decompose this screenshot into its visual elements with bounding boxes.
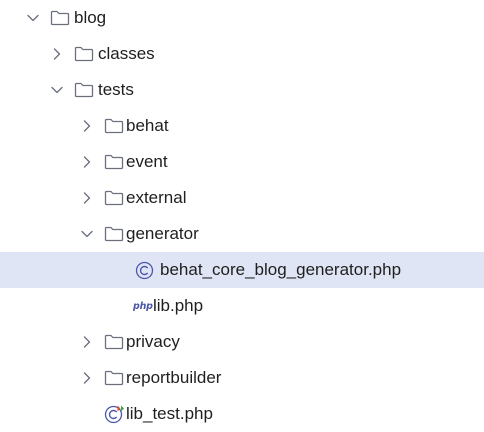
tree-label: behat [126,116,169,135]
tree-row-privacy[interactable]: privacy [0,324,484,360]
chevron-right-icon[interactable] [80,324,94,360]
tree-label: behat_core_blog_generator.php [160,260,402,279]
tree-row-reportbuilder[interactable]: reportbuilder [0,360,484,396]
folder-icon [104,180,124,216]
folder-icon [74,36,94,72]
tree-row-lib-test-file[interactable]: lib_test.php [0,396,484,432]
tree-label: generator [126,224,199,243]
tree-label: tests [98,80,134,99]
folder-icon [104,108,124,144]
php-test-class-icon [104,396,125,432]
chevron-right-icon[interactable] [80,144,94,180]
tree-row-generator-file[interactable]: behat_core_blog_generator.php [0,252,484,288]
chevron-down-icon[interactable] [26,0,40,36]
tree-label: external [126,188,187,207]
tree-row-behat[interactable]: behat [0,108,484,144]
tree-label: lib_test.php [126,404,213,423]
tree-row-external[interactable]: external [0,180,484,216]
chevron-right-icon[interactable] [80,360,94,396]
tree-row-classes[interactable]: classes [0,36,484,72]
project-tree: blog classes tests behat event external … [0,0,484,426]
tree-row-event[interactable]: event [0,144,484,180]
chevron-right-icon[interactable] [80,108,94,144]
php-class-icon [135,252,154,288]
tree-label: reportbuilder [126,368,222,387]
tree-label: event [126,152,168,171]
tree-row-blog[interactable]: blog [0,0,484,36]
folder-icon [50,0,70,36]
folder-icon [104,144,124,180]
php-file-icon: php [133,300,153,312]
chevron-right-icon[interactable] [80,180,94,216]
tree-row-generator[interactable]: generator [0,216,484,252]
tree-row-lib-file[interactable]: php lib.php [0,288,484,324]
tree-label: classes [98,44,155,63]
chevron-down-icon[interactable] [80,216,94,252]
tree-row-tests[interactable]: tests [0,72,484,108]
chevron-down-icon[interactable] [50,72,64,108]
folder-icon [104,324,124,360]
folder-icon [74,72,94,108]
folder-icon [104,216,124,252]
tree-label: lib.php [153,296,204,315]
chevron-right-icon[interactable] [50,36,64,72]
tree-label: blog [74,8,107,27]
folder-icon [104,360,124,396]
tree-label: privacy [126,332,180,351]
